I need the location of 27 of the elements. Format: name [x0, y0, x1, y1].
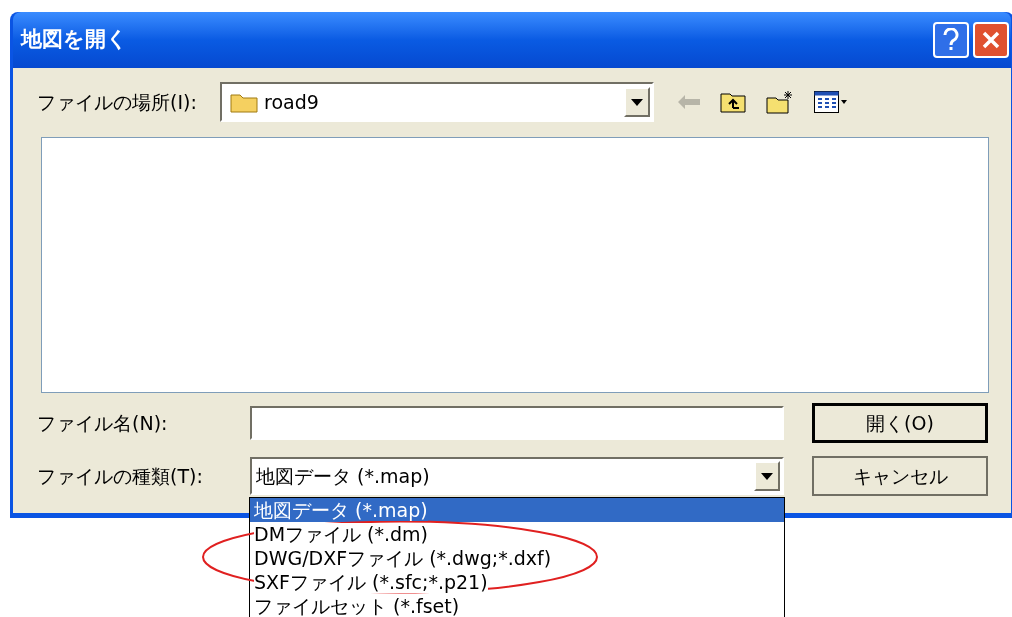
- question-mark-icon: [943, 28, 959, 52]
- caret-icon: [761, 472, 773, 480]
- caret-icon: [631, 98, 643, 106]
- location-value: road9: [264, 89, 320, 115]
- location-label: ファイルの場所(I):: [36, 89, 198, 115]
- file-type-value: 地図データ (*.map): [256, 463, 431, 489]
- file-type-option[interactable]: 地図データ (*.map): [250, 498, 784, 522]
- window-title: 地図を開く: [21, 26, 128, 54]
- file-type-option[interactable]: DMファイル (*.dm): [250, 522, 784, 546]
- file-name-label: ファイル名(N):: [36, 410, 169, 436]
- up-folder-icon[interactable]: [720, 91, 746, 113]
- close-button[interactable]: [973, 22, 1009, 58]
- new-folder-icon[interactable]: [766, 90, 794, 114]
- folder-icon: [230, 91, 258, 113]
- file-type-combo-box[interactable]: 地図データ (*.map): [250, 457, 784, 495]
- close-icon: [981, 30, 1001, 50]
- file-name-field[interactable]: [250, 406, 784, 440]
- file-type-option[interactable]: SXFファイル (*.sfc;*.p21): [250, 570, 784, 594]
- view-menu-icon[interactable]: [814, 91, 848, 113]
- open-button[interactable]: 開く(O): [812, 403, 988, 443]
- file-type-option[interactable]: ファイルセット (*.fset): [250, 594, 784, 617]
- location-combo-box[interactable]: road9: [220, 82, 654, 122]
- file-type-label: ファイルの種類(T):: [36, 463, 204, 489]
- cancel-button[interactable]: キャンセル: [812, 456, 988, 496]
- dropdown-arrow-button[interactable]: [624, 87, 650, 117]
- dropdown-arrow-button[interactable]: [754, 461, 780, 491]
- help-button[interactable]: [933, 22, 969, 58]
